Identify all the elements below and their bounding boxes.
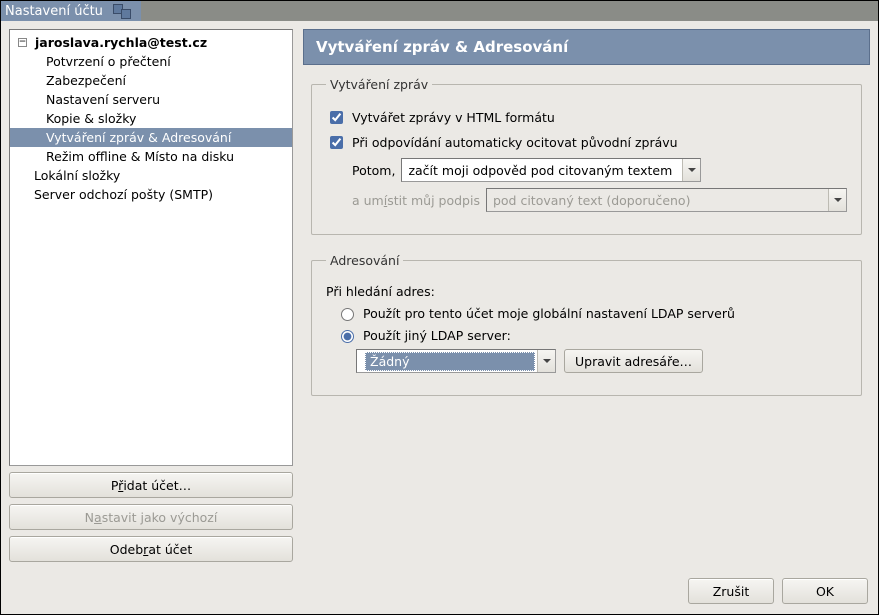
reply-position-value: začít moji odpověd pod citovaným textem [408, 163, 682, 178]
tree-item-selected[interactable]: Vytváření zpráv & Adresování [10, 128, 292, 147]
tree-item-label: Lokální složky [34, 167, 120, 184]
tree-item[interactable]: Režim offline & Místo na disku [10, 147, 292, 166]
ldap-server-value: Žádný [365, 352, 535, 371]
auto-quote-checkbox[interactable] [330, 136, 343, 149]
tree-item-label: Nastavení serveru [46, 91, 160, 108]
chevron-down-icon[interactable] [537, 350, 555, 372]
then-label: Potom, [352, 163, 395, 178]
row-search-label: Při hledání adres: [326, 284, 847, 299]
main-split: − jaroslava.rychla@test.cz Potvrzení o p… [1, 21, 878, 570]
row-html: Vytvářet zprávy v HTML formátu [326, 108, 847, 127]
chevron-down-icon[interactable] [682, 159, 700, 181]
row-ldap-server: Žádný Upravit adresáře… [326, 349, 847, 373]
left-pane: − jaroslava.rychla@test.cz Potvrzení o p… [9, 29, 293, 562]
row-ldap-global: Použít pro tento účet moje globální nast… [326, 305, 847, 321]
tree-item-label: Vytváření zpráv & Adresování [46, 129, 231, 146]
tree-item-label: Potvrzení o přečtení [46, 53, 171, 70]
ldap-other-label: Použít jiný LDAP server: [363, 328, 511, 343]
ldap-global-radio[interactable] [341, 308, 354, 321]
tree-top-item[interactable]: Lokální složky [10, 166, 292, 185]
tree-item[interactable]: Potvrzení o přečtení [10, 52, 292, 71]
window-title: Nastavení účtu [5, 4, 103, 19]
row-ldap-other: Použít jiný LDAP server: [326, 327, 847, 343]
auto-quote-label: Při odpovídání automaticky ocitovat půvo… [352, 135, 678, 150]
row-sig: a umístit můj podpis pod citovaný text (… [326, 188, 847, 212]
ldap-server-select[interactable]: Žádný [356, 349, 556, 373]
compose-legend: Vytváření zpráv [326, 77, 432, 92]
addressing-legend: Adresování [326, 253, 403, 268]
tree-item-label: Kopie & složky [46, 110, 136, 127]
window: Nastavení účtu − jaroslava.rychla@test.c… [0, 0, 879, 615]
tree-item[interactable]: Kopie & složky [10, 109, 292, 128]
signature-position-value: pod citovaný text (doporučeno) [493, 193, 828, 208]
row-quote: Při odpovídání automaticky ocitovat půvo… [326, 133, 847, 152]
tree-root-label: jaroslava.rychla@test.cz [35, 34, 207, 51]
reply-position-select[interactable]: začít moji odpověd pod citovaným textem [401, 158, 701, 182]
addressing-group: Adresování Při hledání adres: Použít pro… [311, 253, 862, 396]
html-format-checkbox[interactable] [330, 111, 343, 124]
row-then: Potom, začít moji odpověd pod citovaným … [326, 158, 847, 182]
signature-position-select: pod citovaný text (doporučeno) [486, 188, 847, 212]
cancel-button[interactable]: Zrušit [688, 578, 774, 604]
collapse-icon[interactable]: − [18, 38, 27, 47]
account-tree[interactable]: − jaroslava.rychla@test.cz Potvrzení o p… [9, 29, 293, 466]
tree-root-account[interactable]: − jaroslava.rychla@test.cz [10, 33, 292, 52]
content: − jaroslava.rychla@test.cz Potvrzení o p… [1, 21, 878, 614]
titlebar[interactable]: Nastavení účtu [1, 1, 878, 21]
tree-top-item[interactable]: Server odchozí pošty (SMTP) [10, 185, 292, 204]
ok-button[interactable]: OK [782, 578, 868, 604]
chevron-down-icon [828, 189, 846, 211]
panel-title: Vytváření zpráv & Adresování [303, 29, 870, 65]
tree-item[interactable]: Nastavení serveru [10, 90, 292, 109]
set-default-button: Nastavit jako výchozí [9, 504, 293, 530]
titlebar-decoration-icon [111, 1, 141, 21]
ldap-other-radio[interactable] [341, 330, 354, 343]
ldap-global-label: Použít pro tento účet moje globální nast… [363, 306, 735, 321]
compose-group: Vytváření zpráv Vytvářet zprávy v HTML f… [311, 77, 862, 235]
signature-place-label: a umístit můj podpis [352, 193, 480, 208]
right-pane: Vytváření zpráv & Adresování Vytváření z… [303, 29, 870, 562]
html-format-label: Vytvářet zprávy v HTML formátu [352, 110, 555, 125]
tree-item-label: Server odchozí pošty (SMTP) [34, 186, 213, 203]
panel-body: Vytváření zpráv Vytvářet zprávy v HTML f… [303, 65, 870, 562]
search-intro-label: Při hledání adres: [326, 284, 435, 299]
remove-account-button[interactable]: Odebrat účet [9, 536, 293, 562]
dialog-footer: Zrušit OK [1, 570, 878, 614]
tree-item-label: Režim offline & Místo na disku [46, 148, 234, 165]
tree-item-label: Zabezpečení [46, 72, 126, 89]
tree-item[interactable]: Zabezpečení [10, 71, 292, 90]
edit-directories-button[interactable]: Upravit adresáře… [564, 349, 703, 373]
titlebar-title: Nastavení účtu [1, 1, 111, 21]
add-account-button[interactable]: Přidat účet… [9, 472, 293, 498]
